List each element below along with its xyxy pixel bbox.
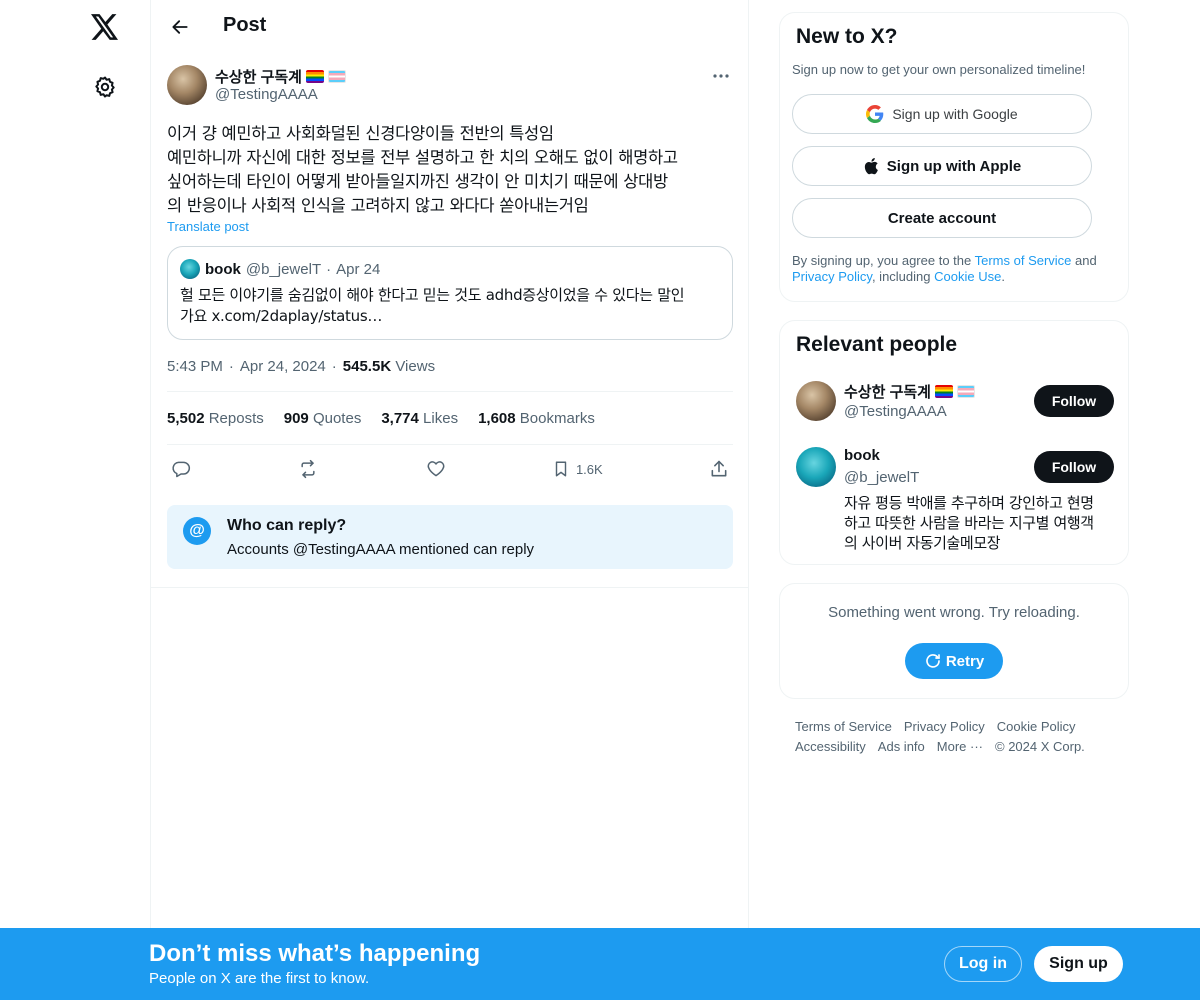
- rainbow-flag-icon: [305, 70, 324, 83]
- page-header: Post: [151, 0, 749, 54]
- refresh-icon: [926, 654, 940, 668]
- footer-accessibility-link[interactable]: Accessibility: [795, 739, 866, 754]
- quoted-post[interactable]: book @b_jewelT · Apr 24 헐 모든 이야기를 숨김없이 해…: [167, 246, 733, 340]
- person-item[interactable]: book @b_jewelT Follow 자유 평등 박애를 추구하며 강인하…: [796, 447, 1114, 552]
- separator-dot: ·: [228, 358, 234, 375]
- quotes-stat[interactable]: 909 Quotes: [284, 410, 362, 427]
- more-options-icon[interactable]: [709, 66, 733, 86]
- terms-link[interactable]: Terms of Service: [975, 253, 1072, 268]
- avatar[interactable]: [796, 381, 836, 421]
- footer-terms-link[interactable]: Terms of Service: [795, 719, 892, 734]
- quote-author-name: book: [205, 260, 241, 278]
- person-name[interactable]: 수상한 구독계: [844, 381, 975, 402]
- sign-up-apple-button[interactable]: Sign up with Apple: [792, 146, 1092, 186]
- separator-dot: ·: [331, 358, 337, 375]
- reply-restriction-title: Who can reply?: [227, 517, 347, 534]
- reply-restriction-notice: @ Who can reply? Accounts @TestingAAAA m…: [167, 505, 733, 569]
- separator-dot: ·: [326, 260, 332, 278]
- avatar[interactable]: [796, 447, 836, 487]
- author-name[interactable]: 수상한 구독계: [215, 66, 346, 87]
- quote-text: 헐 모든 이야기를 숨김없이 해야 한다고 믿는 것도 adhd증상이었을 수 …: [180, 286, 685, 325]
- trans-flag-icon: [956, 385, 975, 398]
- trans-flag-icon: [327, 70, 346, 83]
- post-text: 이거 걍 예민하고 사회화덜된 신경다양이들 전반의 특성임 예민하니까 자신에…: [167, 124, 678, 215]
- footer-cookie-link[interactable]: Cookie Policy: [997, 719, 1076, 734]
- quote-date: Apr 24: [336, 260, 381, 278]
- main-column: Post 수상한 구독계 @TestingAAAA 이거 걍 예민하고 사회화덜…: [150, 0, 749, 1000]
- card-subtitle: Sign up now to get your own personalized…: [792, 62, 1086, 77]
- privacy-link[interactable]: Privacy Policy: [792, 269, 872, 284]
- create-account-button[interactable]: Create account: [792, 198, 1092, 238]
- banner-title: Don’t miss what’s happening: [149, 940, 481, 967]
- x-logo-icon[interactable]: [88, 10, 122, 44]
- post-author: 수상한 구독계 @TestingAAAA: [167, 64, 733, 108]
- reposts-stat[interactable]: 5,502 Reposts: [167, 410, 264, 427]
- copyright: © 2024 X Corp.: [995, 739, 1085, 754]
- author-name-text: 수상한 구독계: [215, 69, 302, 86]
- footer-links: Terms of Service Privacy Policy Cookie Pol…: [779, 717, 1129, 757]
- rainbow-flag-icon: [934, 385, 953, 398]
- post: 수상한 구독계 @TestingAAAA 이거 걍 예민하고 사회화덜된 신경다…: [167, 64, 733, 569]
- divider: [151, 587, 749, 588]
- left-nav: [0, 0, 150, 1000]
- footer-ads-link[interactable]: Ads info: [878, 739, 925, 754]
- card-title: New to X?: [796, 25, 898, 48]
- sign-up-button[interactable]: Sign up: [1034, 946, 1123, 982]
- share-icon[interactable]: [709, 459, 729, 479]
- person-handle[interactable]: @TestingAAAA: [844, 403, 947, 420]
- translate-post-link[interactable]: Translate post: [167, 219, 249, 234]
- author-handle[interactable]: @TestingAAAA: [215, 86, 318, 103]
- avatar: [180, 259, 200, 279]
- back-arrow-icon[interactable]: [163, 10, 197, 44]
- signup-banner: Don’t miss what’s happening People on X …: [0, 928, 1200, 1000]
- like-icon[interactable]: [426, 459, 446, 479]
- follow-button[interactable]: Follow: [1034, 385, 1114, 417]
- bookmark-icon: [555, 461, 567, 477]
- person-name[interactable]: book: [844, 447, 880, 464]
- retry-button[interactable]: Retry: [905, 643, 1003, 679]
- reply-restriction-text: Accounts @TestingAAAA mentioned can repl…: [227, 541, 535, 558]
- new-to-x-card: New to X? Sign up now to get your own pe…: [779, 12, 1129, 302]
- relevant-people-card: Relevant people 수상한 구독계 @TestingAAAA Fol…: [779, 320, 1129, 565]
- quote-author-handle: @b_jewelT: [245, 260, 322, 278]
- person-handle[interactable]: @b_jewelT: [844, 469, 919, 486]
- banner-subtitle: People on X are the first to know.: [149, 970, 370, 987]
- google-icon: [866, 105, 884, 123]
- error-card: Something went wrong. Try reloading. Ret…: [779, 583, 1129, 699]
- sign-up-google-button[interactable]: Sign up with Google: [792, 94, 1092, 134]
- post-meta: 5:43 PM · Apr 24, 2024 · 545.5K Views: [167, 358, 733, 375]
- post-stats: 5,502 Reposts 909 Quotes 3,774 Likes 1,6…: [167, 392, 733, 444]
- repost-icon[interactable]: [297, 459, 319, 479]
- reply-icon[interactable]: [171, 459, 191, 479]
- avatar[interactable]: [167, 65, 207, 105]
- cookie-use-link[interactable]: Cookie Use: [934, 269, 1001, 284]
- follow-button[interactable]: Follow: [1034, 451, 1114, 483]
- apple-icon: [864, 157, 878, 175]
- page-title: Post: [223, 14, 267, 36]
- at-sign-icon: @: [183, 517, 211, 545]
- post-date[interactable]: Apr 24, 2024: [240, 358, 326, 375]
- views-count: 545.5K: [342, 358, 392, 375]
- google-button-label: Sign up with Google: [892, 106, 1018, 122]
- footer-privacy-link[interactable]: Privacy Policy: [904, 719, 985, 734]
- right-sidebar: New to X? Sign up now to get your own pe…: [779, 12, 1129, 757]
- post-time[interactable]: 5:43 PM: [167, 358, 223, 375]
- quote-header: book @b_jewelT · Apr 24: [180, 259, 720, 279]
- post-actions: 1.6K: [167, 445, 733, 493]
- retry-label: Retry: [945, 652, 985, 670]
- signup-legal-text: By signing up, you agree to the Terms of…: [792, 253, 1097, 284]
- card-title: Relevant people: [796, 333, 958, 356]
- gear-icon[interactable]: [88, 70, 122, 104]
- apple-button-label: Sign up with Apple: [886, 157, 1022, 175]
- log-in-button[interactable]: Log in: [944, 946, 1022, 982]
- footer-more-link[interactable]: More ···: [937, 739, 983, 754]
- bookmark-button[interactable]: 1.6K: [552, 459, 603, 479]
- bookmarks-stat[interactable]: 1,608 Bookmarks: [478, 410, 595, 427]
- person-bio: 자유 평등 박애를 추구하며 강인하고 현명하고 따뜻한 사람을 바라는 지구별…: [844, 494, 1094, 552]
- error-message: Something went wrong. Try reloading.: [828, 604, 1080, 621]
- bookmark-count: 1.6K: [575, 461, 603, 477]
- views-label: Views: [395, 358, 436, 375]
- likes-stat[interactable]: 3,774 Likes: [381, 410, 458, 427]
